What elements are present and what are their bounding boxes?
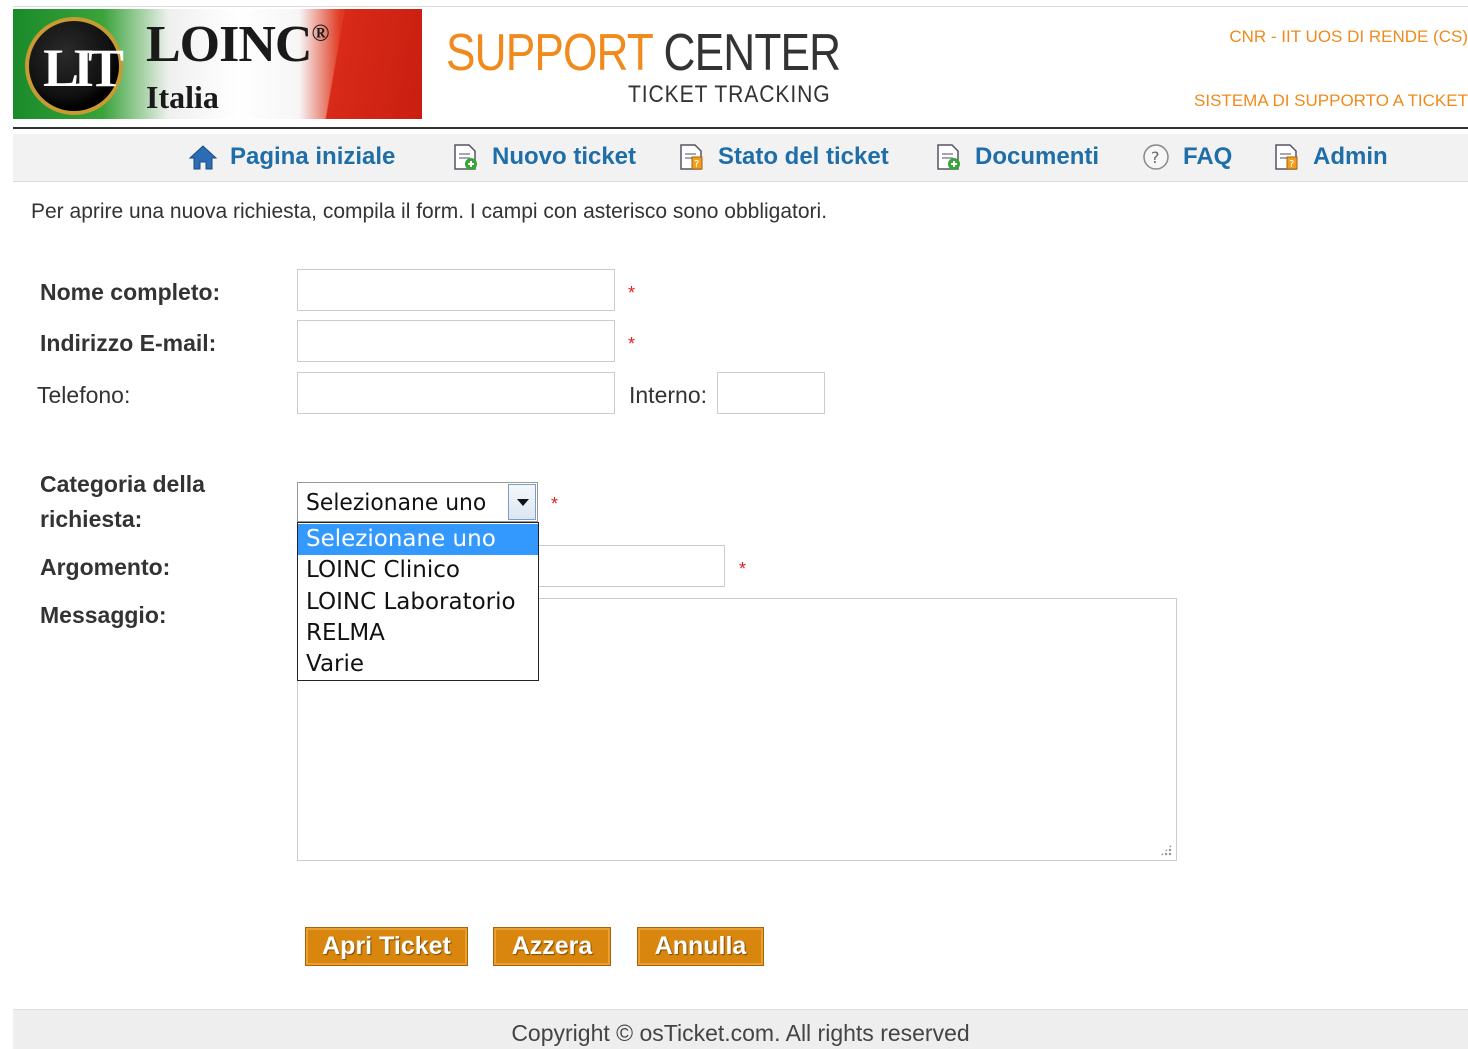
extension-input[interactable] xyxy=(717,372,825,414)
organization-label: CNR - IIT UOS DI RENDE (CS) xyxy=(1229,27,1468,46)
help-icon: ? xyxy=(1141,142,1171,172)
required-mark: * xyxy=(628,334,636,354)
intro-text: Per aprire una nuova richiesta, compila … xyxy=(31,200,828,223)
phone-input[interactable] xyxy=(297,372,615,414)
dropdown-option[interactable]: RELMA xyxy=(298,618,538,649)
support-center-title: SUPPORT CENTER xyxy=(446,24,841,82)
email-label: Indirizzo E-mail: xyxy=(40,330,217,356)
name-input[interactable] xyxy=(297,269,615,311)
name-label: Nome completo: xyxy=(40,279,221,305)
category-label-line2: richiesta: xyxy=(40,506,143,532)
required-mark: * xyxy=(739,559,747,579)
nav-ticket-status[interactable]: ? Stato del ticket xyxy=(676,142,889,172)
required-mark: * xyxy=(628,283,636,303)
system-label: SISTEMA DI SUPPORTO A TICKET xyxy=(1194,91,1468,110)
nav-new-ticket[interactable]: Nuovo ticket xyxy=(450,142,636,172)
lit-emblem-icon: LIT xyxy=(25,17,124,115)
copyright-text: Copyright © osTicket.com. All rights res… xyxy=(511,1020,970,1046)
logo-sub: Italia xyxy=(146,79,219,115)
category-select[interactable]: Selezionane uno xyxy=(297,482,538,522)
dropdown-option[interactable]: LOINC Laboratorio xyxy=(298,587,538,618)
home-icon xyxy=(188,142,218,172)
nav-admin[interactable]: ? Admin xyxy=(1271,142,1388,172)
nav-faq[interactable]: ? FAQ xyxy=(1141,142,1232,172)
category-dropdown-list: Selezionane uno LOINC Clinico LOINC Labo… xyxy=(297,522,539,681)
new-ticket-icon xyxy=(450,142,480,172)
svg-text:?: ? xyxy=(1151,148,1160,167)
resize-grip-icon[interactable] xyxy=(1160,844,1172,856)
phone-label: Telefono: xyxy=(37,382,131,408)
required-mark: * xyxy=(551,494,559,514)
extension-label: Interno: xyxy=(629,382,707,408)
dropdown-option[interactable]: Varie xyxy=(298,649,538,680)
cancel-button[interactable]: Annulla xyxy=(637,927,764,966)
ticket-status-icon: ? xyxy=(676,142,706,172)
dropdown-option[interactable]: Selezionane uno xyxy=(298,524,538,555)
svg-text:?: ? xyxy=(694,159,699,170)
open-ticket-button[interactable]: Apri Ticket xyxy=(305,927,468,966)
logo-flag-red xyxy=(323,9,422,119)
nav-home[interactable]: Pagina iniziale xyxy=(188,142,395,172)
message-label: Messaggio: xyxy=(40,602,167,628)
nav-documents[interactable]: Documenti xyxy=(933,142,1099,172)
email-input[interactable] xyxy=(297,320,615,362)
svg-text:?: ? xyxy=(1289,159,1294,170)
documents-icon xyxy=(933,142,963,172)
ticket-tracking-subtitle: TICKET TRACKING xyxy=(628,81,831,108)
chevron-down-icon[interactable] xyxy=(508,484,536,520)
admin-icon: ? xyxy=(1271,142,1301,172)
reset-button[interactable]: Azzera xyxy=(493,927,611,966)
footer: Copyright © osTicket.com. All rights res… xyxy=(13,1009,1468,1049)
dropdown-option[interactable]: LOINC Clinico xyxy=(298,555,538,586)
main-nav: Pagina iniziale Nuovo ticket ? Stato del… xyxy=(13,134,1468,182)
loinc-italia-logo[interactable]: LIT LOINC® Italia xyxy=(13,9,422,119)
subject-label: Argomento: xyxy=(40,554,171,580)
header: LIT LOINC® Italia SUPPORT CENTER TICKET … xyxy=(13,6,1468,129)
logo-brand: LOINC® xyxy=(146,16,329,73)
category-label-line1: Categoria della xyxy=(40,471,205,497)
